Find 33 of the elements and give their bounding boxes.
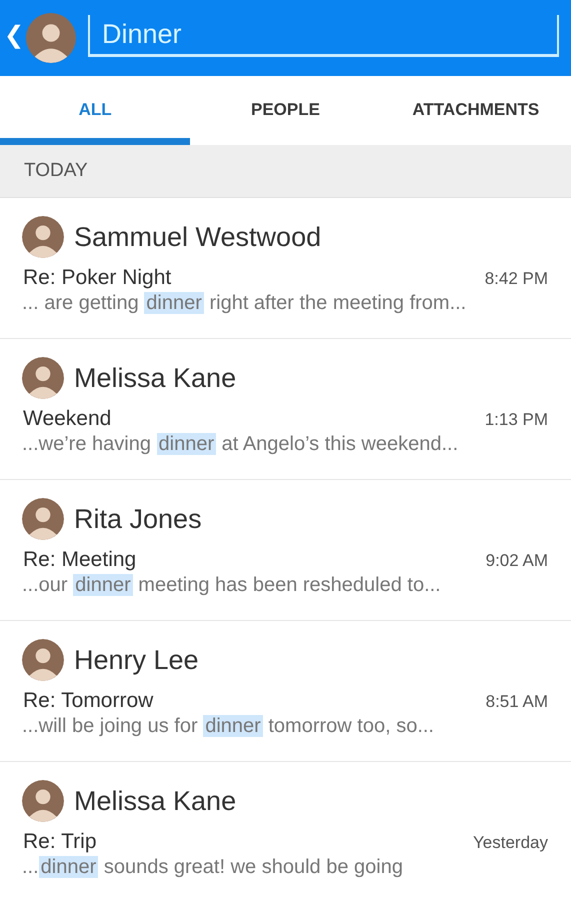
avatar-icon <box>26 13 76 63</box>
message-time: 8:42 PM <box>484 269 548 289</box>
message-item[interactable]: Henry Lee Re: Tomorrow 8:51 AM ...will be joing us for dinner tomorrow too, so... <box>0 621 571 762</box>
avatar-icon <box>22 498 64 540</box>
message-snippet: ...dinner sounds great! we should be going <box>22 856 404 879</box>
message-snippet: ...we’re having dinner at Angelo’s this weekend... <box>22 433 460 456</box>
sender-name: Henry Lee <box>74 644 199 676</box>
message-subject: Weekend <box>23 407 112 431</box>
message-time: 8:51 AM <box>486 692 548 712</box>
avatar-icon <box>22 357 64 399</box>
message-subject: Re: Meeting <box>23 548 136 572</box>
sender-name: Melissa Kane <box>74 786 236 816</box>
message-snippet: ...our dinner meeting has been resheduled to... <box>22 574 442 597</box>
message-time: Yesterday <box>473 833 548 853</box>
avatar-icon <box>22 780 64 822</box>
message-item[interactable]: Sammuel Westwood Re: Poker Night 8:42 PM ... are getting dinner right after the meeting from... <box>0 198 571 339</box>
sender-name: Sammuel Westwood <box>74 222 322 252</box>
sender-name: Melissa Kane <box>74 362 236 394</box>
message-subject: Re: Poker Night <box>23 266 172 290</box>
message-subject: Re: Tomorrow <box>23 689 154 713</box>
message-snippet: ... are getting dinner right after the meeting from... <box>22 292 468 315</box>
message-time: 1:13 PM <box>484 410 548 430</box>
back-button[interactable]: ❮ <box>2 20 26 50</box>
message-item[interactable]: Melissa Kane Re: Trip Yesterday ...dinner sounds great! we should be going <box>0 762 571 900</box>
avatar-icon <box>22 216 64 258</box>
message-item[interactable]: Melissa Kane Weekend 1:13 PM ...we’re having dinner at Angelo’s this weekend... <box>0 339 571 480</box>
avatar-icon <box>22 639 64 681</box>
section-title: TODAY <box>24 160 88 182</box>
message-item[interactable]: Rita Jones Re: Meeting 9:02 AM ...our dinner meeting has been resheduled to... <box>0 480 571 621</box>
message-subject: Re: Trip <box>23 830 97 854</box>
sender-name: Rita Jones <box>74 504 202 534</box>
message-time: 9:02 AM <box>486 551 548 571</box>
message-snippet: ...will be joing us for dinner tomorrow too, so... <box>22 715 435 738</box>
